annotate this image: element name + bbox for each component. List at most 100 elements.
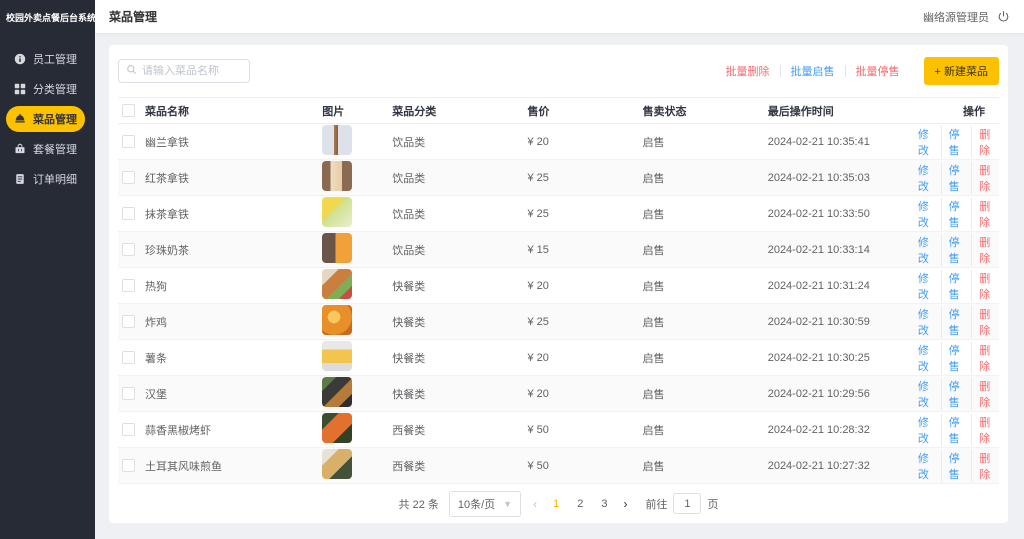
stop-sale-link[interactable]: 停售 — [941, 234, 965, 266]
dish-price: ¥ 25 — [523, 196, 638, 232]
dish-name: 蒜香黑椒烤虾 — [145, 422, 211, 438]
edit-link[interactable]: 修改 — [918, 270, 934, 302]
edit-link[interactable]: 修改 — [918, 378, 934, 410]
page-number-2[interactable]: 2 — [573, 498, 587, 510]
row-checkbox[interactable] — [122, 459, 135, 472]
row-checkbox[interactable] — [122, 207, 135, 220]
sidebar-item-label: 套餐管理 — [33, 141, 77, 157]
goto-page-input[interactable] — [673, 493, 701, 514]
edit-link[interactable]: 修改 — [918, 234, 934, 266]
last-modified-time: 2024-02-21 10:33:14 — [764, 232, 914, 268]
sidebar-item-orders[interactable]: 订单明细 — [6, 166, 85, 192]
top-header: 菜品管理 幽络源管理员 — [95, 0, 1024, 33]
sidebar-item-label: 订单明细 — [33, 171, 77, 187]
stop-sale-link[interactable]: 停售 — [941, 162, 965, 194]
batch-disable-button[interactable]: 批量停售 — [846, 63, 910, 79]
stop-sale-link[interactable]: 停售 — [941, 306, 965, 338]
prev-page-button[interactable]: ‹ — [531, 497, 539, 511]
row-actions: 修改 停售 删除 — [918, 378, 995, 410]
sidebar-item-employees[interactable]: 员工管理 — [6, 46, 85, 72]
dish-thumbnail — [322, 305, 352, 335]
select-all-checkbox[interactable] — [122, 104, 135, 117]
page-title: 菜品管理 — [109, 8, 157, 25]
logout-power-icon[interactable] — [997, 10, 1010, 23]
dish-table: 菜品名称 图片 菜品分类 售价 售卖状态 最后操作时间 操作 幽兰拿铁 — [118, 97, 999, 484]
dish-thumbnail — [322, 197, 352, 227]
user-area: 幽络源管理员 — [923, 9, 1010, 25]
last-modified-time: 2024-02-21 10:35:41 — [764, 124, 914, 160]
column-header-category: 菜品分类 — [388, 98, 523, 124]
last-modified-time: 2024-02-21 10:27:32 — [764, 448, 914, 484]
stop-sale-link[interactable]: 停售 — [941, 378, 965, 410]
sidebar-item-label: 员工管理 — [33, 51, 77, 67]
row-checkbox[interactable] — [122, 423, 135, 436]
column-header-price: 售价 — [523, 98, 638, 124]
stop-sale-link[interactable]: 停售 — [941, 414, 965, 446]
page-size-value: 10条/页 — [458, 496, 495, 512]
page-number-1[interactable]: 1 — [549, 498, 563, 510]
edit-link[interactable]: 修改 — [918, 342, 934, 374]
table-row: 抹茶拿铁 饮品类 ¥ 25 启售 2024-02-21 10:33:50 修改 … — [118, 196, 999, 232]
row-checkbox[interactable] — [122, 387, 135, 400]
delete-link[interactable]: 删除 — [971, 378, 995, 410]
delete-link[interactable]: 删除 — [971, 198, 995, 230]
dish-name: 珍珠奶茶 — [145, 242, 189, 258]
page-size-select[interactable]: 10条/页 ▼ — [449, 491, 521, 517]
batch-delete-button[interactable]: 批量删除 — [716, 63, 780, 79]
delete-link[interactable]: 删除 — [971, 306, 995, 338]
delete-link[interactable]: 删除 — [971, 270, 995, 302]
table-row: 炸鸡 快餐类 ¥ 25 启售 2024-02-21 10:30:59 修改 停售… — [118, 304, 999, 340]
dish-category: 快餐类 — [388, 304, 523, 340]
row-checkbox[interactable] — [122, 315, 135, 328]
edit-link[interactable]: 修改 — [918, 450, 934, 482]
pagination: 共 22 条 10条/页 ▼ ‹ 1 2 3 › 前往 页 — [118, 484, 999, 523]
table-row: 幽兰拿铁 饮品类 ¥ 20 启售 2024-02-21 10:35:41 修改 … — [118, 124, 999, 160]
delete-link[interactable]: 删除 — [971, 414, 995, 446]
column-header-actions: 操作 — [914, 98, 999, 124]
dish-category: 快餐类 — [388, 376, 523, 412]
stop-sale-link[interactable]: 停售 — [941, 126, 965, 158]
row-checkbox[interactable] — [122, 351, 135, 364]
stop-sale-link[interactable]: 停售 — [941, 342, 965, 374]
batch-enable-button[interactable]: 批量启售 — [781, 63, 845, 79]
stop-sale-link[interactable]: 停售 — [941, 198, 965, 230]
sidebar-item-categories[interactable]: 分类管理 — [6, 76, 85, 102]
search-input[interactable] — [142, 65, 242, 77]
delete-link[interactable]: 删除 — [971, 126, 995, 158]
dish-category: 饮品类 — [388, 196, 523, 232]
row-actions: 修改 停售 删除 — [918, 342, 995, 374]
edit-link[interactable]: 修改 — [918, 162, 934, 194]
stop-sale-link[interactable]: 停售 — [941, 450, 965, 482]
dish-category: 西餐类 — [388, 448, 523, 484]
row-actions: 修改 停售 删除 — [918, 162, 995, 194]
edit-link[interactable]: 修改 — [918, 126, 934, 158]
goto-page: 前往 页 — [645, 493, 718, 514]
delete-link[interactable]: 删除 — [971, 162, 995, 194]
row-actions: 修改 停售 删除 — [918, 306, 995, 338]
table-row: 珍珠奶茶 饮品类 ¥ 15 启售 2024-02-21 10:33:14 修改 … — [118, 232, 999, 268]
sidebar-item-combos[interactable]: 套餐管理 — [6, 136, 85, 162]
row-checkbox[interactable] — [122, 171, 135, 184]
new-dish-button[interactable]: + 新建菜品 — [924, 57, 999, 85]
delete-link[interactable]: 删除 — [971, 450, 995, 482]
page-number-3[interactable]: 3 — [597, 498, 611, 510]
dish-status: 启售 — [639, 412, 764, 448]
dish-category: 饮品类 — [388, 160, 523, 196]
dish-price: ¥ 50 — [523, 448, 638, 484]
edit-link[interactable]: 修改 — [918, 306, 934, 338]
dish-thumbnail — [322, 413, 352, 443]
row-actions: 修改 停售 删除 — [918, 234, 995, 266]
dish-thumbnail — [322, 449, 352, 479]
edit-link[interactable]: 修改 — [918, 414, 934, 446]
delete-link[interactable]: 删除 — [971, 342, 995, 374]
dish-name: 幽兰拿铁 — [145, 134, 189, 150]
table-row: 汉堡 快餐类 ¥ 20 启售 2024-02-21 10:29:56 修改 停售… — [118, 376, 999, 412]
row-checkbox[interactable] — [122, 279, 135, 292]
next-page-button[interactable]: › — [621, 497, 629, 511]
row-checkbox[interactable] — [122, 135, 135, 148]
sidebar-item-dishes[interactable]: 菜品管理 — [6, 106, 85, 132]
edit-link[interactable]: 修改 — [918, 198, 934, 230]
delete-link[interactable]: 删除 — [971, 234, 995, 266]
row-checkbox[interactable] — [122, 243, 135, 256]
stop-sale-link[interactable]: 停售 — [941, 270, 965, 302]
